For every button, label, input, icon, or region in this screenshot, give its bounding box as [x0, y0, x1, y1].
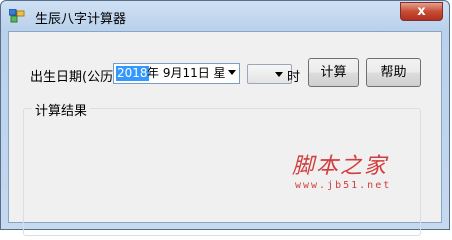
window-title: 生辰八字计算器 — [35, 12, 127, 27]
app-icon — [9, 9, 25, 23]
help-button[interactable]: 帮助 — [366, 58, 421, 87]
date-rest-segment[interactable]: 年 9月11日 星 — [147, 66, 226, 81]
birth-date-picker[interactable]: 2018 年 9月11日 星 — [113, 63, 240, 84]
watermark-logo: 脚本之家 — [292, 154, 389, 179]
title-bar[interactable]: 生辰八字计算器 x — [1, 1, 449, 31]
chevron-down-icon[interactable] — [275, 72, 283, 77]
date-year-segment[interactable]: 2018 — [116, 66, 149, 81]
close-button[interactable]: x — [400, 2, 443, 21]
chevron-down-icon[interactable] — [228, 70, 236, 75]
watermark-url: www.jb51.net — [295, 180, 392, 191]
calculate-button[interactable]: 计算 — [308, 58, 359, 87]
hour-select[interactable] — [247, 64, 292, 84]
birth-date-label: 出生日期(公历) — [30, 70, 119, 85]
result-group-title: 计算结果 — [32, 100, 91, 119]
hour-suffix-label: 时 — [287, 70, 301, 85]
